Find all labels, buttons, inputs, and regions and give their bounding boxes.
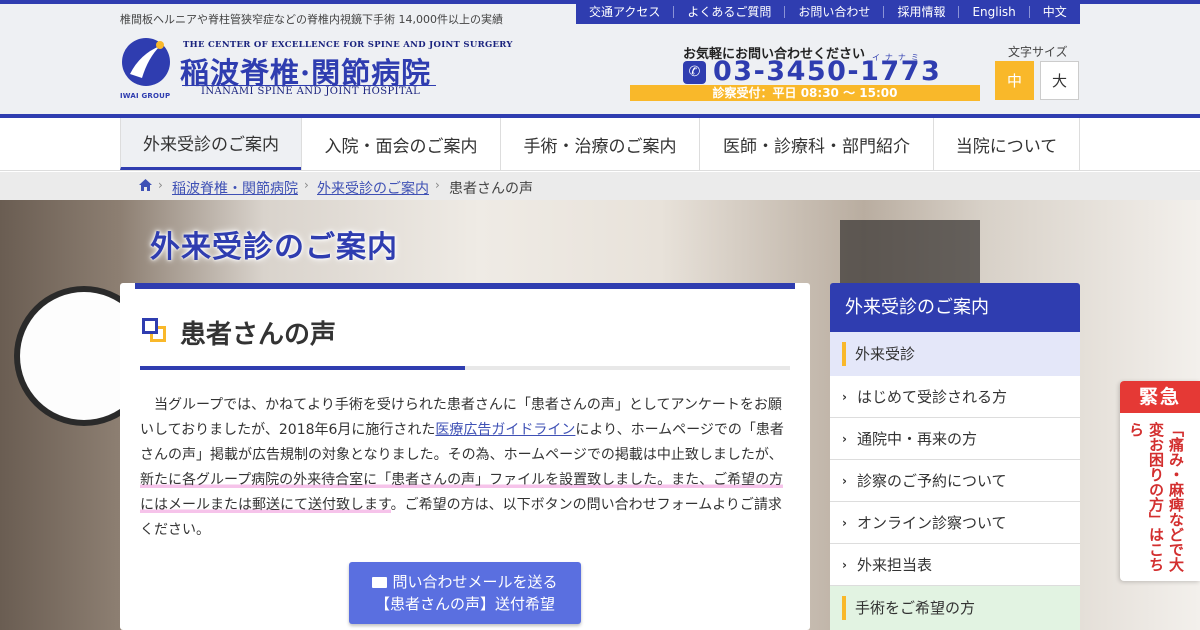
header-tagline: 椎間板ヘルニアや脊柱管狭窄症などの脊椎内視鏡下手術 14,000件以上の実績 [120,13,503,26]
home-icon[interactable] [139,179,152,191]
phone-icon: ✆ [683,61,706,84]
sidebar-category-outpatient[interactable]: 外来受診 [830,332,1080,376]
page-title: 患者さんの声 [180,320,337,350]
sidebar-item-label: 通院中・再来の方 [857,430,978,448]
phone-number[interactable]: 03-3450-1773 [713,56,941,87]
sidebar-item-schedule[interactable]: › 外来担当表 [830,544,1080,586]
breadcrumb-separator-icon: › [158,178,163,192]
sidebar-item-reservation[interactable]: › 診察のご予約について [830,460,1080,502]
breadcrumb-separator-icon: › [304,178,309,192]
breadcrumb-link-outpatient[interactable]: 外来受診のご案内 [317,178,429,198]
sidebar-item-label: オンライン診察ついて [857,514,1007,532]
mail-button-sublabel: 【患者さんの声】送付希望 [374,595,555,613]
sidebar-heading[interactable]: 外来受診のご案内 [830,283,1080,332]
utility-link-access[interactable]: 交通アクセス [576,6,673,18]
utility-nav: 交通アクセス よくあるご質問 お問い合わせ 採用情報 English 中文 [576,0,1080,24]
utility-link-english[interactable]: English [958,6,1028,18]
nav-item-doctors[interactable]: 医師・診療科・部門紹介 [699,118,933,170]
envelope-icon [372,577,388,588]
sidebar-item-label: 診察のご予約について [857,472,1007,490]
sidebar-item-online[interactable]: › オンライン診察ついて [830,502,1080,544]
sidebar-category-label: 外来受診 [855,345,916,363]
utility-link-contact[interactable]: お問い合わせ [784,6,883,18]
font-size-medium-button[interactable]: 中 [995,61,1034,100]
content-card-topbar [135,283,795,289]
category-marker [842,342,846,366]
category-marker [842,596,846,620]
emergency-label[interactable]: 緊急 [1120,381,1200,413]
nav-item-about[interactable]: 当院について [933,118,1080,170]
utility-link-recruit[interactable]: 採用情報 [883,6,958,18]
nav-item-surgery[interactable]: 手術・治療のご案内 [500,118,699,170]
sidebar-category-label: 手術をご希望の方 [855,599,976,617]
main-nav: 外来受診のご案内 入院・面会のご案内 手術・治療のご案内 医師・診療科・部門紹介… [0,118,1200,171]
reception-hours: 診察受付：平日 08:30 〜 15:00 [630,85,980,101]
breadcrumb-link-home[interactable]: 稲波脊椎・関節病院 [172,178,298,198]
sidebar-item-first-visit[interactable]: › はじめて受診される方 [830,376,1080,418]
utility-link-chinese[interactable]: 中文 [1028,6,1080,18]
title-underline-accent [140,366,465,370]
request-voice-mail-button[interactable]: 問い合わせメールを送る 【患者さんの声】送付希望 [349,562,581,624]
chevron-right-icon: › [842,390,847,404]
utility-link-faq[interactable]: よくあるご質問 [673,6,784,18]
ad-guideline-link[interactable]: 医療広告ガイドライン [435,422,575,438]
logo-english-name: INANAMI SPINE AND JOINT HOSPITAL [201,86,421,97]
chevron-right-icon: › [842,474,847,488]
sidebar-category-surgery[interactable]: 手術をご希望の方 [830,586,1080,630]
breadcrumb-separator-icon: › [435,178,440,192]
chevron-right-icon: › [842,432,847,446]
logo-english-tagline: THE CENTER OF EXCELLENCE FOR SPINE AND J… [183,40,513,50]
hero-title: 外来受診のご案内 [150,230,398,265]
chevron-right-icon: › [842,558,847,572]
sidebar-item-returning[interactable]: › 通院中・再来の方 [830,418,1080,460]
sidebar-item-label: はじめて受診される方 [857,388,1008,406]
mail-button-label: 問い合わせメールを送る [392,573,558,591]
sidebar-item-label: 外来担当表 [857,556,933,574]
intro-paragraph: 当グループでは、かねてより手術を受けられた患者さんに「患者さんの声」としてアンケ… [140,393,790,543]
hospital-logo-icon[interactable] [120,36,172,88]
nav-item-outpatient[interactable]: 外来受診のご案内 [120,118,301,170]
heading-squares-icon [142,318,166,342]
breadcrumb-current: 患者さんの声 [449,181,533,197]
emergency-text[interactable]: 「痛み・麻痺などで大変お困りの方」はこちら [1126,422,1186,572]
logo-group-name: IWAI GROUP [120,92,171,100]
chevron-right-icon: › [842,516,847,530]
nav-item-inpatient[interactable]: 入院・面会のご案内 [301,118,500,170]
font-size-label: 文字サイズ [1008,45,1068,59]
font-size-large-button[interactable]: 大 [1040,61,1079,100]
